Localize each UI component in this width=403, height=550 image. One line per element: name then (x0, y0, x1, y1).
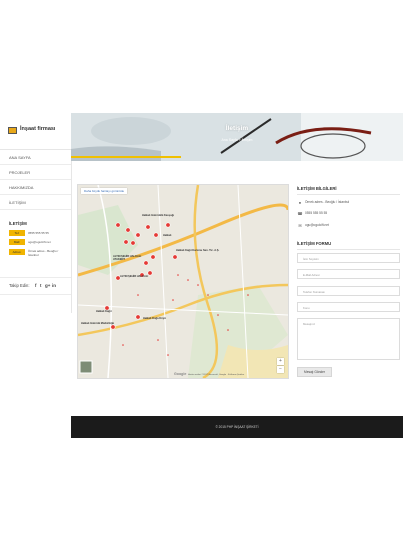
map-label: Halkalı (163, 234, 172, 237)
zoom-out-button[interactable]: − (277, 366, 284, 373)
address-value: Örnek adres - Beoğlu / İstanbul (28, 249, 59, 257)
phone-placeholder: Telefon Numarası (303, 290, 325, 294)
address-tag: Adres: (9, 249, 25, 255)
map-label: ALTIN ŞEHİR HALKALI (120, 275, 149, 278)
building-icon (8, 127, 17, 134)
map-marker-icon: ● (298, 200, 302, 205)
nav-item-label: İLETİŞİM (9, 200, 26, 205)
email-placeholder: E-Mail Adresi (303, 273, 320, 277)
footer: © 2015 PHP İNŞAAT ŞİRKETİ (71, 416, 403, 438)
contact-address: Örnek adres - Beoğlu / İstanbul (305, 200, 350, 204)
name-placeholder: İsim Soyisim (303, 257, 319, 261)
linkedin-icon[interactable]: in (52, 283, 56, 288)
nav-item-about[interactable]: HAKKIMIZDA (0, 180, 71, 195)
phone-field[interactable]: Telefon Numarası (297, 286, 400, 296)
message-placeholder: Mesajınız (303, 322, 315, 326)
map-label: Halkalı Kağıt (96, 310, 112, 313)
nav-item-label: PROJELER (9, 170, 31, 175)
brand-name: İnşaat firması (20, 126, 56, 132)
mail-icon: ✉ (298, 223, 302, 228)
map-label: ALTIN ŞEHİR HALKALI ATAKENT (113, 255, 142, 261)
brand[interactable]: İnşaat firması (0, 113, 71, 150)
message-field[interactable]: Mesajınız (297, 318, 400, 360)
map-label: Halkalı Kağıt Kartonu San. Tic. A.Ş. (176, 249, 220, 252)
contact-form-title: İLETİŞİM FORMU (297, 241, 332, 246)
map-larger-link[interactable]: Daha büyük haritayı görüntüle (81, 188, 128, 194)
contact-email[interactable]: ogu@ogulcift.net (305, 223, 329, 227)
nav-item-contact[interactable]: İLETİŞİM (0, 195, 71, 210)
map-label: Halkalı Gümrük Müdürlüğü (81, 322, 115, 325)
zoom-in-button[interactable]: + (277, 358, 284, 365)
divider (297, 249, 400, 250)
nav-item-home[interactable]: ANA SAYFA (0, 150, 71, 165)
map-canvas[interactable] (78, 185, 288, 378)
divider (297, 194, 400, 195)
send-message-button[interactable]: Mesajı Gönder (297, 367, 332, 377)
contact-phone: 0555 555 55 55 (305, 211, 328, 215)
twitter-icon[interactable]: t (40, 283, 42, 288)
google-map[interactable]: Daha büyük haritayı görüntüle Halkalı Gü… (77, 184, 289, 379)
phone-icon: ☎ (297, 211, 303, 216)
phone-tag: Tel: (9, 230, 25, 236)
google-plus-icon[interactable]: g+ (45, 283, 50, 288)
map-label: Halkalı Doğa Köyü (143, 317, 166, 320)
contact-info-title: İLETİŞİM BİLGİLERİ (297, 186, 337, 191)
page-title: İletişim (225, 125, 249, 132)
breadcrumb[interactable]: Ana Sayfa » İletişim (71, 138, 403, 142)
sidebar-contact-title: İLETİŞİM (9, 221, 27, 226)
google-logo: Google (174, 372, 187, 376)
email-field[interactable]: E-Mail Adresi (297, 269, 400, 279)
social-label: Takip Edin: (9, 283, 30, 288)
nav-item-projects[interactable]: PROJELER (0, 165, 71, 180)
social-bar: Takip Edin: f t g+ in (0, 277, 71, 295)
nav-item-label: ANA SAYFA (9, 155, 31, 160)
map-attribution[interactable]: Harita verileri ©2017 Basarsoft, Google … (188, 374, 244, 376)
nav-item-label: HAKKIMIZDA (9, 185, 34, 190)
facebook-icon[interactable]: f (35, 283, 37, 288)
map-label: Halkalı Gümrüklü Kavşağı (142, 214, 175, 217)
mail-value[interactable]: ogu@ogulcift.net (28, 240, 51, 244)
phone-value: 0555 555 55 55 (28, 231, 49, 235)
name-field[interactable]: İsim Soyisim (297, 253, 400, 263)
glasses-photo (71, 113, 403, 161)
subject-placeholder: Konu (303, 306, 310, 310)
mail-tag: Mail: (9, 239, 25, 245)
copyright: © 2015 PHP İNŞAAT ŞİRKETİ (215, 425, 259, 429)
hero-banner: İletişim Ana Sayfa » İletişim (71, 113, 403, 161)
subject-field[interactable]: Konu (297, 302, 400, 312)
sidebar: İnşaat firması ANA SAYFA PROJELER HAKKIM… (0, 113, 72, 313)
